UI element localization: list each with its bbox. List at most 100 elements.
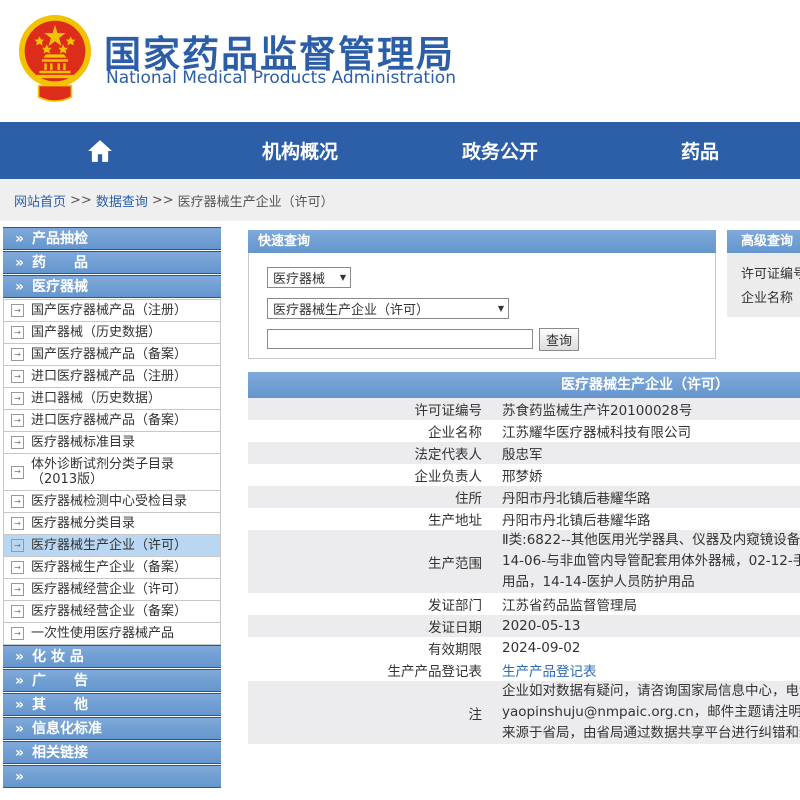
quick-query-body: 医疗器械 ▼ 医疗器械生产企业（许可） ▼ 查询 — [248, 253, 716, 359]
sidebar-item-label: 医疗器械生产企业（备案） — [31, 560, 188, 575]
sidebar-item[interactable]: → 一次性使用医疗器械产品 — [3, 623, 221, 645]
arrow-box-icon: → — [11, 627, 24, 640]
sidebar-section-医疗器械[interactable]: » 医疗器械 — [3, 275, 221, 298]
sidebar-item[interactable]: → 国产医疗器械产品（备案） — [3, 344, 221, 366]
row-label: 企业名称 — [428, 425, 482, 441]
double-chevron-icon: » — [15, 279, 25, 295]
table-row: 许可证编号 苏食药监械生产许20100028号 — [248, 398, 800, 420]
double-chevron-icon: » — [15, 649, 25, 665]
sidebar-section-产品抽检[interactable]: » 产品抽检 — [3, 227, 221, 250]
sidebar-item[interactable]: → 国产医疗器械产品（注册） — [3, 299, 221, 322]
sidebar-section-其他[interactable]: » 其 他 — [3, 693, 221, 716]
sidebar-section-广告[interactable]: » 广 告 — [3, 669, 221, 692]
sidebar-item[interactable]: → 进口医疗器械产品（注册） — [3, 366, 221, 388]
sidebar-item-label: 进口医疗器械产品（备案） — [31, 413, 188, 428]
table-row: 生产地址 丹阳市丹北镇后巷耀华路 — [248, 508, 800, 530]
row-label: 生产地址 — [428, 513, 482, 529]
sidebar-item-label: 医疗器械检测中心受检目录 — [31, 494, 188, 509]
arrow-box-icon: → — [11, 392, 24, 405]
row-value: 殷忠军 — [502, 447, 543, 463]
arrow-box-icon: → — [11, 561, 24, 574]
sidebar-item[interactable]: → 医疗器械生产企业（许可） — [3, 535, 221, 557]
row-value: 生产产品登记表 — [492, 659, 800, 681]
nav-item-2[interactable]: 政务公开 — [400, 122, 600, 179]
keyword-input[interactable] — [267, 329, 533, 349]
table-row: 法定代表人 殷忠军 — [248, 442, 800, 464]
sidebar-item[interactable]: → 进口医疗器械产品（备案） — [3, 410, 221, 432]
site-header: 国家药品监督管理局 National Medical Products Admi… — [0, 0, 800, 122]
sidebar-section-label: 其 他 — [32, 697, 89, 713]
sidebar-section-label: 信息化标准 — [32, 721, 103, 737]
sidebar-section-partial[interactable]: » — [3, 765, 221, 788]
sidebar-section-相关链接[interactable]: » 相关链接 — [3, 741, 221, 764]
enterprise-name-field-label: 企业名称 — [741, 291, 794, 306]
arrow-box-icon: → — [11, 436, 24, 449]
page: 国家药品监督管理局 National Medical Products Admi… — [0, 0, 800, 800]
sidebar-item-label: 医疗器械标准目录 — [31, 435, 136, 450]
license-no-field-label: 许可证编号 — [741, 267, 800, 282]
row-value-line: 来源于省局，由省局通过数据共享平台进行纠错和维护。 — [502, 725, 800, 741]
sidebar-section-label: 药 品 — [32, 255, 89, 271]
row-value-line: 14-06-与非血管内导管配套用体外器械，02-12-手术器械-穿刺 — [502, 553, 800, 569]
sidebar-section-label: 医疗器械 — [32, 279, 89, 295]
sidebar-item-label: 医疗器械生产企业（许可） — [31, 538, 188, 553]
double-chevron-icon: » — [15, 673, 25, 689]
double-chevron-icon: » — [15, 697, 25, 713]
arrow-box-icon: → — [11, 348, 24, 361]
sidebar-item[interactable]: → 国产器械（历史数据） — [3, 322, 221, 344]
detail-table-rows: 许可证编号 苏食药监械生产许20100028号 企业名称 江苏耀华医疗器械科技有限公司… — [248, 398, 800, 744]
nav-item-home[interactable] — [0, 122, 200, 179]
row-value: 丹阳市丹北镇后巷耀华路 — [502, 491, 651, 507]
breadcrumb-separator: >> — [70, 192, 92, 208]
category-select-value: 医疗器械 — [273, 272, 326, 287]
main-nav: 机构概况 政务公开 药品 — [0, 122, 800, 179]
quick-query-title: 快速查询 — [248, 230, 716, 253]
arrow-box-icon: → — [11, 517, 24, 530]
row-value: 丹阳市丹北镇后巷耀华路 — [502, 513, 651, 529]
arrow-box-icon: → — [11, 605, 24, 618]
sidebar-item[interactable]: → 医疗器械生产企业（备案） — [3, 557, 221, 579]
row-label: 有效期限 — [428, 642, 482, 658]
sidebar-section-信息化标准[interactable]: » 信息化标准 — [3, 717, 221, 740]
sidebar-section-label: 产品抽检 — [32, 231, 89, 247]
table-row: 有效期限 2024-09-02 — [248, 637, 800, 659]
advanced-query-body: 许可证编号 企业名称 — [727, 253, 800, 317]
national-emblem-logo — [18, 15, 92, 102]
sidebar-item[interactable]: → 医疗器械检测中心受检目录 — [3, 491, 221, 513]
sidebar-section-化妆品[interactable]: » 化 妆 品 — [3, 645, 221, 668]
nav-item-3[interactable]: 药品 — [600, 122, 800, 179]
chevron-down-icon: ▼ — [339, 273, 346, 282]
row-value-line: yaopinshuju@nmpaic.org.cn，邮件主题请注明“医疗器械生 — [502, 704, 800, 720]
row-value: Ⅱ类:6822--其他医用光学器具、仪器及内窥镜设备，6856--其 14-06-… — [492, 530, 800, 593]
sidebar-item[interactable]: → 医疗器械标准目录 — [3, 432, 221, 454]
search-button[interactable]: 查询 — [539, 328, 579, 351]
row-value: 企业如对数据有疑问，请咨询国家局信息中心，电话010-8833 yaopinshu… — [492, 681, 800, 744]
sidebar-item[interactable]: → 医疗器械分类目录 — [3, 513, 221, 535]
double-chevron-icon: » — [15, 231, 25, 247]
row-label: 法定代表人 — [414, 447, 483, 463]
table-row: 注 企业如对数据有疑问，请咨询国家局信息中心，电话010-8833 yaopinsh… — [248, 681, 800, 744]
nav-item-label: 政务公开 — [461, 141, 538, 163]
breadcrumb-link[interactable]: 网站首页 — [14, 191, 66, 210]
sidebar-item-label: 医疗器械分类目录 — [31, 516, 136, 531]
arrow-box-icon: → — [11, 370, 24, 383]
category-select[interactable]: 医疗器械 ▼ — [267, 267, 351, 288]
breadcrumb-link[interactable]: 数据查询 — [96, 191, 148, 210]
row-label: 生产范围 — [428, 555, 482, 572]
row-label: 住所 — [455, 491, 482, 507]
sidebar-item-label: 医疗器械经营企业（备案） — [31, 604, 188, 619]
sidebar-item[interactable]: → 进口器械（历史数据） — [3, 388, 221, 410]
sidebar-item-label: 一次性使用医疗器械产品 — [31, 626, 175, 641]
sidebar-item[interactable]: → 医疗器械经营企业（许可） — [3, 579, 221, 601]
nav-item-1[interactable]: 机构概况 — [200, 122, 400, 179]
sidebar-item[interactable]: → 医疗器械经营企业（备案） — [3, 601, 221, 623]
sidebar-item[interactable]: → 体外诊断试剂分类子目录 （2013版） — [3, 454, 221, 491]
type-select[interactable]: 医疗器械生产企业（许可） ▼ — [267, 298, 509, 319]
arrow-box-icon: → — [11, 304, 24, 317]
row-value-line: Ⅱ类:6822--其他医用光学器具、仪器及内窥镜设备，6856--其 — [502, 532, 800, 548]
sidebar-section-药品[interactable]: » 药 品 — [3, 251, 221, 274]
arrow-box-icon: → — [11, 583, 24, 596]
product-registry-link[interactable]: 生产产品登记表 — [502, 660, 800, 680]
site-subtitle: National Medical Products Administration — [106, 68, 456, 88]
table-row: 生产范围 Ⅱ类:6822--其他医用光学器具、仪器及内窥镜设备，6856--其 14… — [248, 530, 800, 593]
